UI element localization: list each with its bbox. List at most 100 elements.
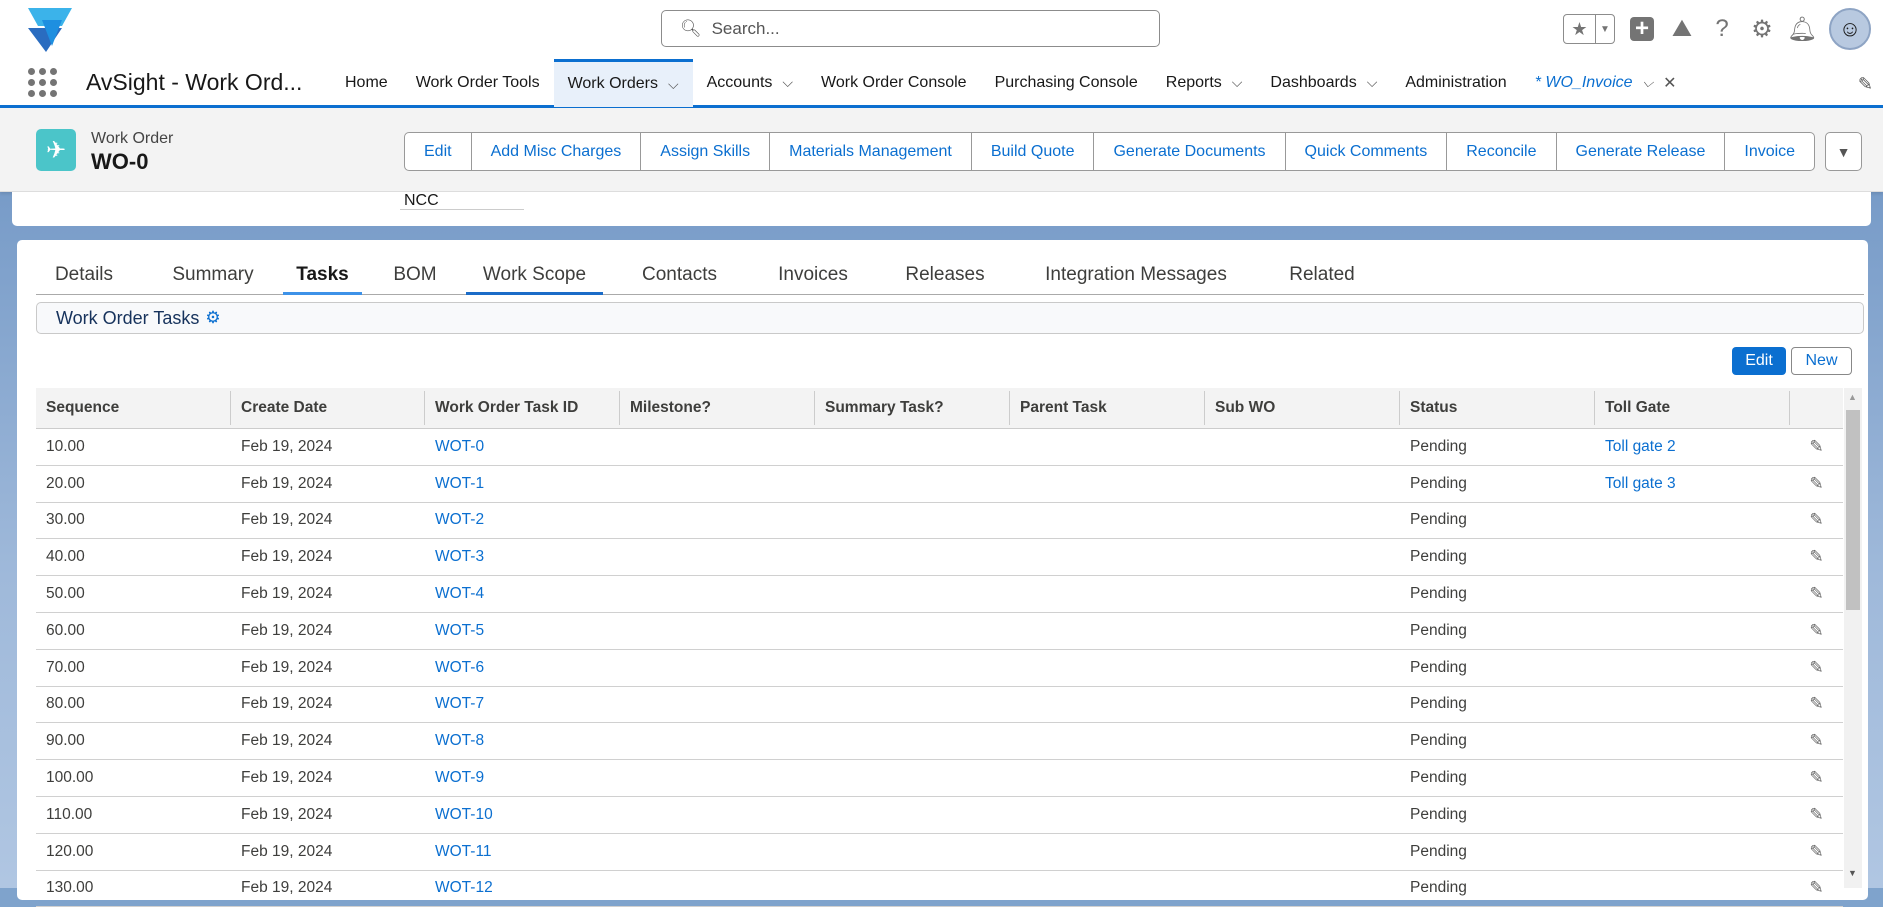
column-header[interactable]: Work Order Task ID: [425, 391, 620, 425]
nav-item-reports[interactable]: Reports ⌵: [1152, 59, 1257, 107]
tab-summary[interactable]: Summary: [170, 258, 256, 295]
app-launcher-icon[interactable]: [28, 67, 58, 98]
nav-item-work-orders[interactable]: Work Orders ⌵: [553, 58, 693, 107]
task-id-link[interactable]: WOT-4: [425, 585, 620, 603]
bell-icon[interactable]: 🔔︎: [1787, 16, 1817, 43]
gear-icon[interactable]: ⚙: [205, 308, 220, 328]
new-task-button[interactable]: New: [1791, 347, 1852, 375]
column-header[interactable]: Parent Task: [1010, 391, 1205, 425]
nav-item-home[interactable]: Home: [331, 59, 402, 107]
nav-item-wo-invoice[interactable]: * WO_Invoice ⌵ ✕: [1521, 59, 1691, 107]
edit-nav-icon[interactable]: ✎: [1858, 74, 1873, 95]
edit-row-icon[interactable]: ✎: [1790, 474, 1843, 494]
edit-button[interactable]: Edit: [405, 133, 472, 170]
task-id-link[interactable]: WOT-8: [425, 732, 620, 750]
caret-down-icon[interactable]: ▼: [1596, 15, 1614, 43]
task-id-link[interactable]: WOT-10: [425, 806, 620, 824]
sequence-cell: 130.00: [46, 879, 94, 897]
add-icon[interactable]: +: [1629, 15, 1655, 42]
nav-item-dashboards[interactable]: Dashboards ⌵: [1256, 59, 1391, 107]
chevron-down-icon[interactable]: ⌵: [668, 76, 679, 93]
column-header[interactable]: Sequence: [36, 391, 231, 425]
column-header[interactable]: Toll Gate: [1595, 391, 1790, 425]
more-actions-button[interactable]: ▼: [1825, 132, 1862, 171]
table-row: 20.00 Feb 19, 2024 WOT-1 Pending Toll gate 3…: [36, 466, 1843, 503]
tab-details[interactable]: Details: [51, 258, 117, 295]
edit-row-icon[interactable]: ✎: [1790, 658, 1843, 678]
trailhead-icon[interactable]: ⛰: [1669, 15, 1695, 42]
materials-management-button[interactable]: Materials Management: [770, 133, 972, 170]
edit-row-icon[interactable]: ✎: [1790, 768, 1843, 788]
column-header[interactable]: Status: [1400, 391, 1595, 425]
tab-bom[interactable]: BOM: [388, 258, 442, 295]
gear-icon[interactable]: ⚙: [1749, 16, 1775, 43]
invoice-button[interactable]: Invoice: [1725, 133, 1814, 170]
record-type: Work Order: [91, 130, 174, 147]
assign-skills-button[interactable]: Assign Skills: [641, 133, 771, 170]
task-id-link[interactable]: WOT-6: [425, 659, 620, 677]
add-misc-charges-button[interactable]: Add Misc Charges: [472, 133, 642, 170]
task-id-link[interactable]: WOT-3: [425, 548, 620, 566]
nav-item-purchasing-console[interactable]: Purchasing Console: [981, 59, 1152, 107]
task-id-link[interactable]: WOT-12: [425, 879, 620, 897]
column-header[interactable]: Milestone?: [620, 391, 815, 425]
column-header[interactable]: Sub WO: [1205, 391, 1400, 425]
task-id-link[interactable]: WOT-5: [425, 622, 620, 640]
task-id-link[interactable]: WOT-9: [425, 769, 620, 787]
favorites-button[interactable]: ★ ▼: [1563, 14, 1615, 44]
task-id-link[interactable]: WOT-1: [425, 475, 620, 493]
edit-row-icon[interactable]: ✎: [1790, 510, 1843, 530]
edit-row-icon[interactable]: ✎: [1790, 731, 1843, 751]
nav-item-accounts[interactable]: Accounts ⌵: [693, 59, 807, 107]
table-row: 30.00 Feb 19, 2024 WOT-2 Pending ✎: [36, 503, 1843, 540]
edit-row-icon[interactable]: ✎: [1790, 842, 1843, 862]
task-id-link[interactable]: WOT-2: [425, 511, 620, 529]
scroll-up-icon[interactable]: ▲: [1848, 392, 1857, 402]
tab-integration-messages[interactable]: Integration Messages: [1038, 258, 1234, 295]
generate-release-button[interactable]: Generate Release: [1557, 133, 1726, 170]
edit-row-icon[interactable]: ✎: [1790, 584, 1843, 604]
scroll-down-icon[interactable]: ▼: [1848, 868, 1857, 878]
toll-gate-link[interactable]: Toll gate 3: [1595, 475, 1790, 493]
status-cell: Pending: [1410, 879, 1467, 897]
edit-row-icon[interactable]: ✎: [1790, 694, 1843, 714]
toll-gate-link[interactable]: Toll gate 2: [1595, 438, 1790, 456]
edit-row-icon[interactable]: ✎: [1790, 621, 1843, 641]
column-header[interactable]: Summary Task?: [815, 391, 1010, 425]
chevron-down-icon[interactable]: ⌵: [1232, 74, 1243, 91]
quick-comments-button[interactable]: Quick Comments: [1286, 133, 1448, 170]
table-scrollbar[interactable]: ▲ ▼: [1844, 388, 1862, 888]
nav-item-administration[interactable]: Administration: [1391, 59, 1520, 107]
column-header[interactable]: Create Date: [231, 391, 425, 425]
tab-related[interactable]: Related: [1286, 258, 1358, 295]
reconcile-button[interactable]: Reconcile: [1447, 133, 1557, 170]
generate-documents-button[interactable]: Generate Documents: [1094, 133, 1286, 170]
task-id-link[interactable]: WOT-11: [425, 843, 620, 861]
nav-item-work-order-console[interactable]: Work Order Console: [807, 59, 981, 107]
build-quote-button[interactable]: Build Quote: [972, 133, 1095, 170]
tab-releases[interactable]: Releases: [904, 258, 986, 295]
edit-row-icon[interactable]: ✎: [1790, 805, 1843, 825]
tab-contacts[interactable]: Contacts: [638, 258, 721, 295]
task-id-link[interactable]: WOT-0: [425, 438, 620, 456]
edit-row-icon[interactable]: ✎: [1790, 547, 1843, 567]
edit-row-icon[interactable]: ✎: [1790, 878, 1843, 898]
scrollbar-thumb[interactable]: [1846, 410, 1860, 610]
table-row: 120.00 Feb 19, 2024 WOT-11 Pending ✎: [36, 834, 1843, 871]
tab-work-scope[interactable]: Work Scope: [466, 258, 603, 295]
create-date-cell: Feb 19, 2024: [241, 805, 333, 823]
help-icon[interactable]: ?: [1709, 15, 1735, 42]
tab-invoices[interactable]: Invoices: [774, 258, 852, 295]
edit-row-icon[interactable]: ✎: [1790, 437, 1843, 457]
edit-tasks-button[interactable]: Edit: [1732, 347, 1786, 375]
nav-item-work-order-tools[interactable]: Work Order Tools: [402, 59, 554, 107]
close-icon[interactable]: ✕: [1663, 73, 1676, 93]
chevron-down-icon[interactable]: ⌵: [1367, 74, 1378, 91]
tab-tasks[interactable]: Tasks: [283, 258, 362, 295]
avatar[interactable]: ☺: [1829, 8, 1871, 50]
chevron-down-icon[interactable]: ⌵: [1643, 74, 1654, 91]
task-id-link[interactable]: WOT-7: [425, 695, 620, 713]
global-search-input[interactable]: 🔍︎ Search...: [661, 10, 1160, 47]
app-logo[interactable]: [24, 6, 74, 52]
chevron-down-icon[interactable]: ⌵: [782, 74, 793, 91]
